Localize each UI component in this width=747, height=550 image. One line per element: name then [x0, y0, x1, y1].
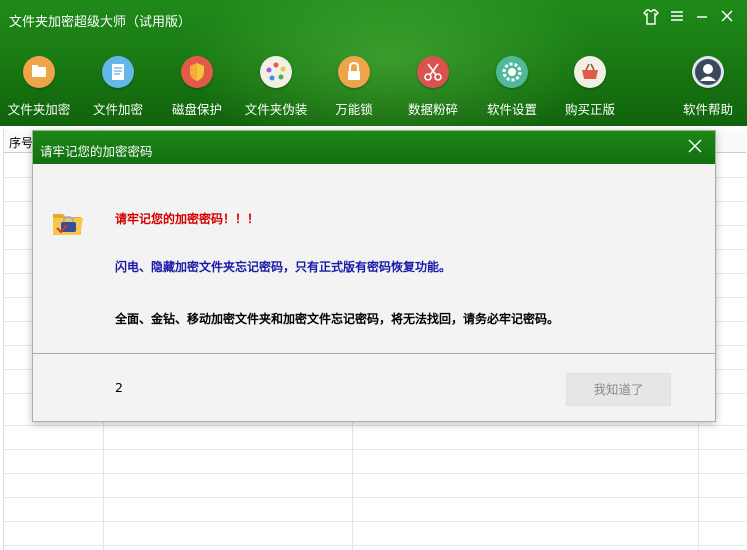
padlock-icon [338, 56, 370, 88]
acknowledge-button[interactable]: 我知道了 [566, 373, 671, 406]
shield-icon [181, 56, 213, 88]
toolbar-universal-lock[interactable]: 万能锁 [314, 56, 394, 118]
dialog-body: 请牢记您的加密密码！！！ 闪电、隐藏加密文件夹忘记密码，只有正式版有密码恢复功能… [33, 164, 715, 353]
toolbar-label: 购买正版 [564, 102, 615, 117]
toolbar-buy[interactable]: 购买正版 [550, 56, 630, 118]
toolbar-data-shred[interactable]: 数据粉碎 [393, 56, 473, 118]
dialog-title-bar[interactable]: 请牢记您的加密密码 [33, 131, 715, 164]
skin-icon[interactable] [640, 8, 662, 30]
toolbar-label: 软件设置 [486, 102, 537, 117]
gear-icon [496, 56, 528, 88]
info-message: 闪电、隐藏加密文件夹忘记密码，只有正式版有密码恢复功能。 [115, 260, 452, 274]
toolbar-folder-encrypt[interactable]: 文件夹加密 [0, 56, 79, 118]
toolbar-help[interactable]: 软件帮助 [668, 56, 747, 118]
toolbar-label: 软件帮助 [682, 102, 733, 117]
toolbar-settings[interactable]: 软件设置 [472, 56, 552, 118]
locked-folder-icon [51, 208, 85, 238]
shredder-scissors-icon [417, 56, 449, 88]
toolbar-label: 数据粉碎 [407, 102, 458, 117]
folder-lock-icon [23, 56, 55, 88]
toolbar-label: 文件夹伪装 [244, 102, 308, 117]
toolbar-file-encrypt[interactable]: 文件加密 [78, 56, 158, 118]
dialog-divider [33, 353, 715, 354]
column-header-index[interactable]: 序号 [9, 134, 33, 151]
toolbar-label: 文件夹加密 [7, 102, 71, 117]
user-help-icon [692, 56, 724, 88]
dialog-title: 请牢记您的加密密码 [40, 144, 153, 159]
toolbar-label: 万能锁 [335, 102, 373, 117]
toolbar-disk-protect[interactable]: 磁盘保护 [157, 56, 237, 118]
toolbar-folder-disguise[interactable]: 文件夹伪装 [236, 56, 316, 118]
minimize-icon[interactable] [691, 8, 713, 30]
app-header: 文件夹加密超级大师（试用版） 文件夹加密 文件加密 磁盘保护 文件夹伪装 万能锁… [0, 0, 747, 126]
close-icon[interactable] [685, 138, 705, 158]
countdown-value: 2 [115, 380, 123, 395]
disguise-icon [260, 56, 292, 88]
file-lock-icon [102, 56, 134, 88]
password-reminder-dialog: 请牢记您的加密密码 请牢记您的加密密码！！！ 闪电、隐藏加密文件夹忘记密码，只有… [32, 130, 716, 422]
warning-message: 请牢记您的加密密码！！！ [115, 212, 260, 226]
app-title: 文件夹加密超级大师（试用版） [9, 15, 192, 30]
menu-icon[interactable] [666, 8, 688, 30]
toolbar-label: 文件加密 [92, 102, 143, 117]
notice-message: 全面、金钻、移动加密文件夹和加密文件忘记密码，将无法找回，请务必牢记密码。 [115, 312, 560, 326]
toolbar-label: 磁盘保护 [171, 102, 222, 117]
basket-icon [574, 56, 606, 88]
close-window-icon[interactable] [716, 8, 738, 30]
